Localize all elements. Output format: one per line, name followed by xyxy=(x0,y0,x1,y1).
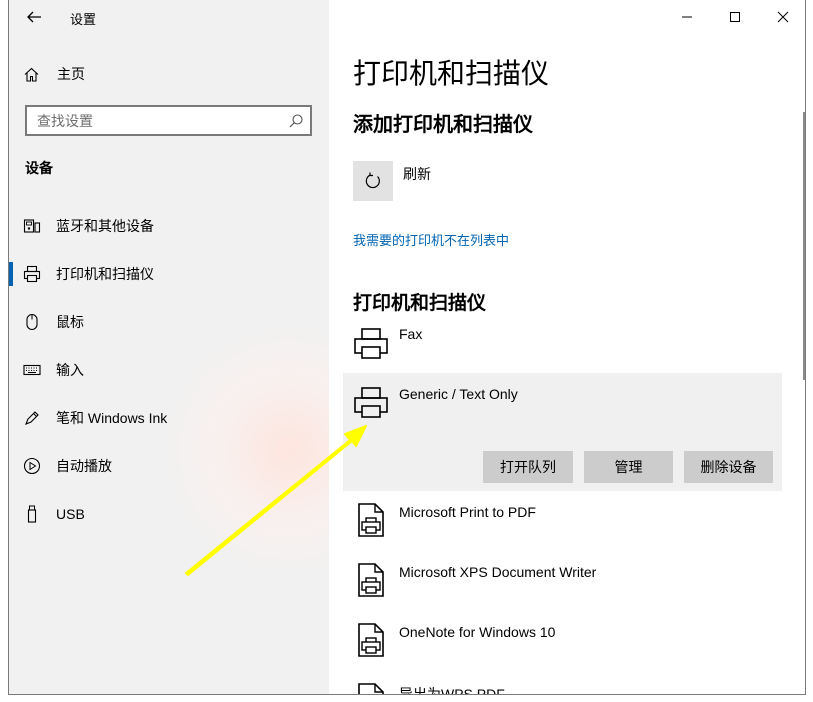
sidebar-item-pen[interactable]: 笔和 Windows Ink xyxy=(9,394,329,442)
document-printer-icon xyxy=(353,682,389,694)
pen-icon xyxy=(23,409,41,427)
scrollbar[interactable] xyxy=(803,112,805,380)
sidebar: 设置 主页 设备 蓝牙和其他设备 打印机和扫描仪 xyxy=(9,0,329,694)
device-actions: 打开队列 管理 删除设备 xyxy=(483,451,773,483)
sidebar-item-home[interactable]: 主页 xyxy=(23,62,85,86)
device-name: OneNote for Windows 10 xyxy=(399,624,556,640)
content-pane: 打印机和扫描仪 添加打印机和扫描仪 刷新 我需要的打印机不在列表中 打印机和扫描… xyxy=(329,0,805,695)
minimize-button[interactable] xyxy=(663,0,711,34)
keyboard-icon xyxy=(23,361,41,379)
printer-not-listed-link[interactable]: 我需要的打印机不在列表中 xyxy=(353,230,509,249)
close-icon xyxy=(777,11,789,23)
maximize-button[interactable] xyxy=(711,0,759,34)
caption-buttons xyxy=(663,0,805,34)
printer-list-title: 打印机和扫描仪 xyxy=(353,293,487,314)
device-item[interactable]: Fax xyxy=(343,320,782,372)
device-item[interactable]: Microsoft XPS Document Writer xyxy=(343,552,782,610)
mouse-icon xyxy=(23,313,41,331)
sidebar-item-mouse[interactable]: 鼠标 xyxy=(9,298,329,346)
refresh-button[interactable] xyxy=(353,161,393,201)
sidebar-nav: 蓝牙和其他设备 打印机和扫描仪 鼠标 输入 笔和 Windows Ink 自动播… xyxy=(9,202,329,538)
title-bar: 设置 xyxy=(9,0,329,34)
usb-icon xyxy=(23,505,41,523)
autoplay-icon xyxy=(23,457,41,475)
device-name: Generic / Text Only xyxy=(399,386,518,402)
bluetooth-devices-icon xyxy=(23,217,41,235)
manage-button[interactable]: 管理 xyxy=(584,451,673,483)
search-icon[interactable] xyxy=(288,113,304,129)
document-printer-icon xyxy=(353,502,389,538)
page-title: 打印机和扫描仪 xyxy=(353,58,550,89)
settings-window: 设置 主页 设备 蓝牙和其他设备 打印机和扫描仪 xyxy=(8,0,806,695)
sidebar-item-label: 打印机和扫描仪 xyxy=(56,266,154,282)
document-printer-icon xyxy=(353,622,389,658)
section-label: 设备 xyxy=(25,160,53,176)
sidebar-item-label: 笔和 Windows Ink xyxy=(56,410,168,426)
sidebar-item-label: 鼠标 xyxy=(56,314,84,330)
refresh-label: 刷新 xyxy=(403,166,431,182)
maximize-icon xyxy=(730,12,740,22)
device-item-selected[interactable]: Generic / Text Only 打开队列 管理 删除设备 xyxy=(343,373,782,491)
sidebar-item-label: 蓝牙和其他设备 xyxy=(56,218,154,234)
home-label: 主页 xyxy=(57,66,85,82)
sidebar-item-autoplay[interactable]: 自动播放 xyxy=(9,442,329,490)
sidebar-item-usb[interactable]: USB xyxy=(9,490,329,538)
printer-icon xyxy=(353,385,389,421)
search-input[interactable] xyxy=(27,107,267,134)
printer-icon xyxy=(23,265,41,283)
sidebar-item-typing[interactable]: 输入 xyxy=(9,346,329,394)
home-icon xyxy=(24,67,39,82)
add-section-title: 添加打印机和扫描仪 xyxy=(353,114,533,136)
document-printer-icon xyxy=(353,562,389,598)
device-item[interactable]: 导出为WPS PDF xyxy=(343,672,782,695)
sidebar-item-label: 自动播放 xyxy=(56,458,112,474)
remove-device-button[interactable]: 删除设备 xyxy=(684,451,773,483)
search-box[interactable] xyxy=(25,105,312,136)
device-name: Fax xyxy=(399,326,423,342)
back-button[interactable] xyxy=(19,4,49,30)
device-name: Microsoft Print to PDF xyxy=(399,504,536,520)
sidebar-item-bluetooth[interactable]: 蓝牙和其他设备 xyxy=(9,202,329,250)
sidebar-item-printers[interactable]: 打印机和扫描仪 xyxy=(9,250,329,298)
open-queue-button[interactable]: 打开队列 xyxy=(483,451,573,483)
device-item[interactable]: OneNote for Windows 10 xyxy=(343,612,782,670)
sidebar-item-label: USB xyxy=(56,506,85,522)
app-title: 设置 xyxy=(70,12,97,27)
device-name: Microsoft XPS Document Writer xyxy=(399,564,597,580)
refresh-icon xyxy=(365,172,380,189)
printer-icon xyxy=(353,326,389,362)
sidebar-item-label: 输入 xyxy=(56,362,84,378)
back-arrow-icon xyxy=(27,11,41,23)
close-button[interactable] xyxy=(759,0,805,34)
minimize-icon xyxy=(682,16,692,18)
device-name: 导出为WPS PDF xyxy=(399,686,505,695)
device-item[interactable]: Microsoft Print to PDF xyxy=(343,492,782,550)
